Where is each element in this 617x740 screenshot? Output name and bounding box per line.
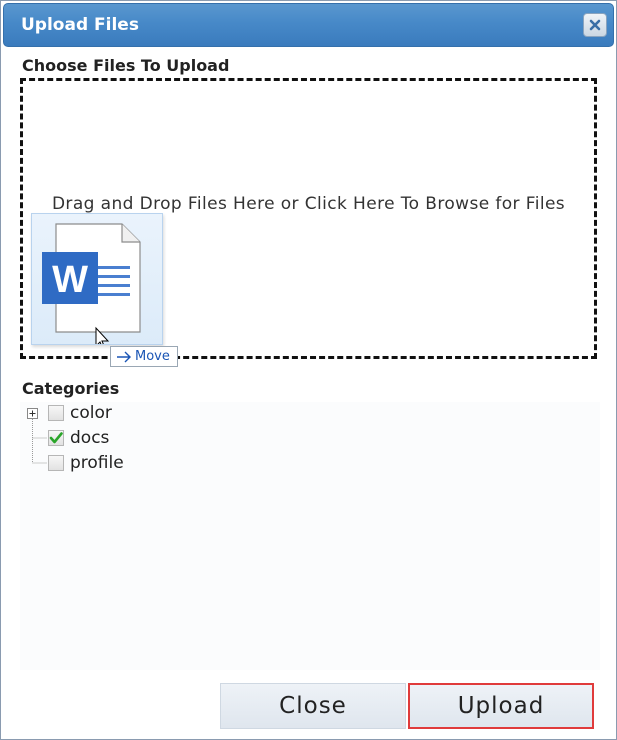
dialog-close-button[interactable] bbox=[583, 13, 607, 37]
dialog-title: Upload Files bbox=[21, 15, 139, 35]
dragged-file-preview: W bbox=[31, 213, 163, 350]
close-x-icon bbox=[589, 19, 601, 31]
move-tooltip-label: Move bbox=[135, 349, 170, 364]
svg-text:W: W bbox=[52, 259, 88, 301]
category-checkbox-profile[interactable] bbox=[48, 455, 64, 471]
checkmark-icon bbox=[49, 432, 63, 444]
word-document-icon: W bbox=[42, 223, 141, 350]
category-checkbox-docs[interactable] bbox=[48, 430, 64, 446]
upload-button[interactable]: Upload bbox=[408, 683, 594, 729]
categories-tree: color docs profile bbox=[20, 402, 600, 670]
tree-item-docs[interactable]: docs bbox=[20, 427, 320, 451]
tree-item-profile[interactable]: profile bbox=[20, 452, 320, 476]
close-button[interactable]: Close bbox=[220, 683, 406, 729]
category-label: docs bbox=[70, 428, 110, 448]
categories-label: Categories bbox=[22, 379, 120, 398]
drag-move-tooltip: Move bbox=[110, 346, 178, 367]
category-checkbox-color[interactable] bbox=[48, 405, 64, 421]
choose-files-label: Choose Files To Upload bbox=[22, 56, 230, 75]
dialog-titlebar[interactable]: Upload Files bbox=[3, 3, 614, 47]
expand-plus-icon[interactable] bbox=[27, 408, 38, 419]
upload-files-dialog: Upload Files Choose Files To Upload Drag… bbox=[0, 0, 617, 740]
tree-item-color[interactable]: color bbox=[20, 402, 320, 426]
category-label: color bbox=[70, 403, 112, 423]
category-label: profile bbox=[70, 453, 124, 473]
arrow-right-icon bbox=[117, 351, 131, 363]
